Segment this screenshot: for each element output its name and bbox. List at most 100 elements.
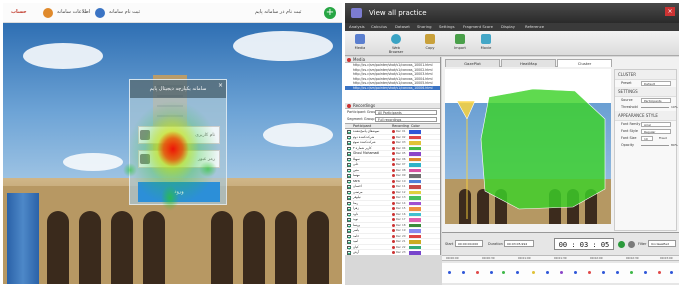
close-window-icon[interactable]: × (665, 7, 675, 16)
participant-checkbox[interactable] (347, 157, 351, 161)
tick-label: 00:00:00 (446, 256, 459, 260)
color-swatch[interactable] (409, 207, 421, 211)
app-icon (351, 8, 362, 18)
menu-tab[interactable]: Settings (439, 24, 455, 30)
participant-checkbox[interactable] (347, 146, 351, 150)
color-swatch[interactable] (409, 179, 421, 183)
link-profile[interactable]: اطلاعات سامانه (57, 9, 90, 15)
participant-row[interactable]: آرش Rec 23 (345, 250, 440, 255)
color-swatch[interactable] (409, 163, 421, 167)
color-swatch[interactable] (409, 190, 421, 194)
color-swatch[interactable] (409, 146, 421, 150)
color-swatch[interactable] (409, 152, 421, 156)
participant-checkbox[interactable] (347, 163, 351, 167)
start-input[interactable]: 00:00:00.000 (455, 240, 483, 247)
ribbon-media-button[interactable]: Media (349, 34, 371, 50)
appearance-heading: APPEARANCE STYLE (615, 111, 676, 121)
participant-checkbox[interactable] (347, 152, 351, 156)
color-swatch[interactable] (409, 174, 421, 178)
media-item-selected[interactable]: http://cs.c/sm/pointer/shot/v1/canvas_10… (345, 85, 440, 90)
participant-checkbox[interactable] (347, 229, 351, 233)
threshold-slider[interactable] (641, 107, 669, 108)
participant-checkbox[interactable] (347, 130, 351, 134)
ribbon-movie-button[interactable]: Movie (475, 34, 497, 50)
participant-checkbox[interactable] (347, 196, 351, 200)
participant-checkbox[interactable] (347, 251, 351, 255)
color-swatch[interactable] (409, 251, 421, 255)
font-size-input[interactable]: 10 (641, 136, 653, 141)
color-swatch[interactable] (409, 234, 421, 238)
event-marker (476, 271, 479, 274)
ribbon-import-button[interactable]: Import (449, 34, 471, 50)
segment-group-select[interactable]: Full recordings (375, 117, 437, 122)
participant-checkbox[interactable] (347, 141, 351, 145)
event-marker (546, 271, 549, 274)
color-swatch[interactable] (409, 201, 421, 205)
participant-checkbox[interactable] (347, 185, 351, 189)
event-track[interactable] (442, 263, 679, 283)
site-brand[interactable]: حساب (11, 9, 27, 15)
participant-checkbox[interactable] (347, 218, 351, 222)
participant-checkbox[interactable] (347, 212, 351, 216)
play-icon[interactable] (618, 241, 625, 248)
participant-checkbox[interactable] (347, 168, 351, 172)
color-swatch[interactable] (409, 245, 421, 249)
color-swatch[interactable] (409, 185, 421, 189)
color-swatch[interactable] (409, 141, 421, 145)
media-item[interactable]: http://cs.c/sm/pointer/shot/v1/canvas_10… (345, 63, 440, 68)
link-register[interactable]: ثبت نام سامانه (109, 9, 140, 15)
heatmap-website-panel: حساب اطلاعات سامانه ثبت نام سامانه ثبت ن… (3, 3, 342, 284)
participant-checkbox[interactable] (347, 223, 351, 227)
import-icon (455, 34, 465, 44)
filter-select[interactable]: Unclassified (648, 240, 676, 247)
color-swatch[interactable] (409, 240, 421, 244)
menu-tab[interactable]: Calculus (371, 24, 387, 30)
participant-checkbox[interactable] (347, 190, 351, 194)
font-style-select[interactable]: Regular (641, 129, 671, 134)
font-family-select[interactable]: Arial (641, 122, 671, 127)
color-swatch[interactable] (409, 157, 421, 161)
link-login[interactable]: ثبت نام در سامانه پایم (255, 9, 301, 15)
participant-checkbox[interactable] (347, 207, 351, 211)
participant-checkbox[interactable] (347, 245, 351, 249)
color-swatch[interactable] (409, 135, 421, 139)
opacity-slider[interactable] (641, 145, 669, 146)
menu-tab[interactable]: Sharing (417, 24, 432, 30)
preset-select[interactable]: Default (641, 81, 671, 86)
ribbon-copy-button[interactable]: Copy (419, 34, 441, 50)
participant-checkbox[interactable] (347, 201, 351, 205)
cluster-main (480, 88, 606, 210)
tab-cluster[interactable]: Cluster (557, 59, 612, 67)
menu-tab[interactable]: Fragment Score (463, 24, 493, 30)
movie-icon (481, 34, 491, 44)
color-swatch[interactable] (409, 229, 421, 233)
menu-tab[interactable]: Analysis (349, 24, 365, 30)
color-swatch[interactable] (409, 168, 421, 172)
plus-icon[interactable]: + (324, 7, 336, 19)
media-item[interactable]: http://cs.c/sm/pointer/shot/v1/canvas_10… (345, 81, 440, 86)
participant-group-select[interactable]: All Participants (375, 110, 437, 115)
tab-heatmap[interactable]: HeatMap (501, 59, 556, 67)
duration-input[interactable]: 00:03:05.994 (504, 240, 534, 247)
color-swatch[interactable] (409, 212, 421, 216)
participant-checkbox[interactable] (347, 240, 351, 244)
participant-checkbox[interactable] (347, 135, 351, 139)
tab-gazeplot[interactable]: GazePlot (445, 59, 500, 67)
menu-tab[interactable]: Dataset (395, 24, 410, 30)
color-swatch[interactable] (409, 223, 421, 227)
stop-icon[interactable] (628, 241, 635, 248)
ribbon-web-browser-button[interactable]: Web Browser (385, 34, 407, 54)
color-swatch[interactable] (409, 196, 421, 200)
tick-label: 00:03:00 (660, 256, 673, 260)
menu-tab[interactable]: Display (501, 24, 515, 30)
color-swatch[interactable] (409, 130, 421, 134)
participant-checkbox[interactable] (347, 174, 351, 178)
color-swatch[interactable] (409, 218, 421, 222)
participant-checkbox[interactable] (347, 234, 351, 238)
participant-checkbox[interactable] (347, 179, 351, 183)
menu-tab[interactable]: Reference (525, 24, 544, 30)
close-icon[interactable]: × (218, 82, 223, 89)
fixed-checkbox[interactable]: Fixed (659, 135, 667, 142)
source-select[interactable]: Participants (641, 98, 671, 103)
media-item[interactable]: http://cs.c/sm/pointer/shot/v1/canvas_10… (345, 72, 440, 77)
